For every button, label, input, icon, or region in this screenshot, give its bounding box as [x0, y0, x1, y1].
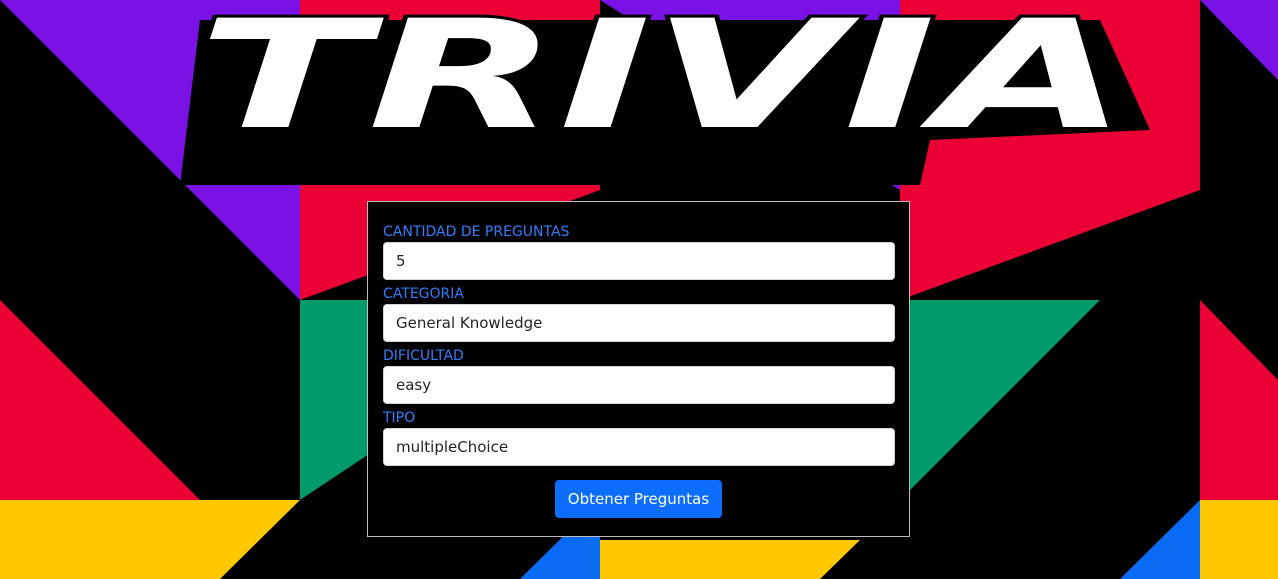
categoria-select[interactable]: General Knowledge — [383, 304, 895, 342]
dificultad-select[interactable]: easy — [383, 366, 895, 404]
tipo-select[interactable]: multipleChoice — [383, 428, 895, 466]
form-actions: Obtener Preguntas — [383, 480, 894, 518]
dificultad-label: DIFICULTAD — [383, 348, 464, 364]
cantidad-label: CANTIDAD DE PREGUNTAS — [383, 224, 570, 240]
tipo-label: TIPO — [383, 410, 416, 426]
trivia-page: TRIVIA CANTIDAD DE PREGUNTAS 5 CATEGORIA… — [0, 0, 1278, 579]
cantidad-input[interactable]: 5 — [383, 242, 895, 280]
trivia-config-form: CANTIDAD DE PREGUNTAS 5 CATEGORIA Genera… — [367, 201, 910, 537]
logo-text: TRIVIA — [198, 0, 1128, 163]
obtener-preguntas-button[interactable]: Obtener Preguntas — [554, 480, 723, 518]
categoria-label: CATEGORIA — [383, 286, 464, 302]
trivia-logo: TRIVIA — [180, 0, 1150, 185]
